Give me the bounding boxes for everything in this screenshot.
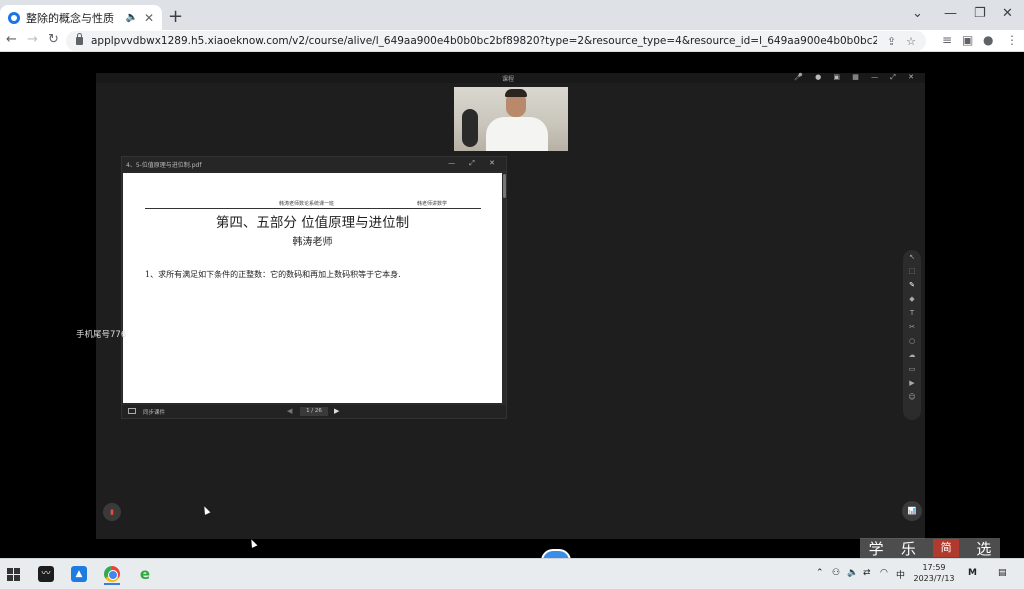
- pdf-file-name: 4、5-位值原理与进位制.pdf: [126, 162, 202, 169]
- text-tool-icon[interactable]: T: [903, 306, 921, 320]
- shape-circle-icon[interactable]: ○: [903, 334, 921, 348]
- pdf-scrollbar[interactable]: [503, 174, 506, 198]
- bookmark-star-icon[interactable]: ☆: [906, 35, 916, 48]
- camera-icon[interactable]: ▶: [903, 376, 921, 390]
- chart-stats-icon[interactable]: 📊: [902, 501, 922, 521]
- windows-logo-icon: [6, 567, 20, 581]
- question-text: 1、求所有满足如下条件的正整数：它的数码和再加上数码积等于它本身.: [145, 270, 401, 279]
- teacher-video: [454, 87, 568, 151]
- taskbar-chrome[interactable]: [101, 563, 123, 585]
- teacher-body: [486, 117, 548, 151]
- reload-icon[interactable]: ↻: [48, 32, 59, 47]
- classroom-window-controls[interactable]: 🎤 ● ▣ ▦ — ⤢ ✕: [794, 73, 919, 82]
- pen-icon[interactable]: ✎: [903, 278, 921, 292]
- select-pointer-icon[interactable]: ↖: [903, 250, 921, 264]
- chevron-down-icon[interactable]: ⌄: [912, 6, 923, 21]
- watermark-seal: 简: [933, 539, 960, 557]
- notifications-icon[interactable]: ▤: [998, 568, 1007, 578]
- cloud-icon[interactable]: ☁: [903, 348, 921, 362]
- teacher-hair: [505, 89, 527, 97]
- url-text: applpvvdbwx1289.h5.xiaoeknow.com/v2/cour…: [91, 35, 877, 47]
- windows-taskbar: 〰 ▲ e ⌃ ⚇ 🔈 ⇄ ◠ 中 17:59 2023/7/13 M ▤: [0, 558, 1024, 589]
- start-button[interactable]: [2, 563, 24, 585]
- mouse-cursor-icon: [248, 538, 258, 548]
- region-select-icon[interactable]: ⬚: [903, 264, 921, 278]
- document-author: 韩涛老师: [292, 237, 333, 248]
- page-header-left: 韩涛老师数论系统课一班: [279, 201, 335, 207]
- internet-explorer-icon: e: [139, 565, 151, 583]
- watermark-char-1: 学: [868, 539, 884, 558]
- tray-app-m-icon[interactable]: M: [968, 568, 977, 578]
- watermark-char-2: 乐: [900, 539, 916, 558]
- share-icon[interactable]: ⇪: [887, 35, 896, 48]
- classroom-caption: 课程: [502, 76, 515, 83]
- tab-title: 整除的概念与性质（一）: [26, 11, 119, 25]
- pdf-title-bar: 4、5-位值原理与进位制.pdf — ⤢ ✕: [122, 157, 506, 171]
- browser-tab-strip: 整除的概念与性质（一） 🔈 ✕ + ⌄ — ❐ ✕: [0, 0, 1024, 30]
- tray-expand-icon[interactable]: ⌃: [816, 568, 824, 578]
- taskbar-app-1[interactable]: 〰: [35, 563, 57, 585]
- lock-icon[interactable]: [76, 33, 83, 45]
- browser-toolbar: ← → ↻ applpvvdbwx1289.h5.xiaoeknow.com/v…: [0, 30, 1024, 52]
- close-window-button[interactable]: ✕: [1002, 6, 1013, 21]
- side-panel-icon[interactable]: ▣: [962, 33, 973, 47]
- address-bar[interactable]: applpvvdbwx1289.h5.xiaoeknow.com/v2/cour…: [66, 31, 926, 51]
- forward-arrow-icon[interactable]: →: [27, 32, 38, 47]
- minimize-button[interactable]: —: [944, 6, 957, 21]
- clock-date: 2023/7/13: [913, 574, 955, 583]
- previous-page-icon[interactable]: ◀: [287, 407, 292, 415]
- scissors-icon[interactable]: ✂: [903, 320, 921, 334]
- taskbar-app-2[interactable]: ▲: [68, 563, 90, 585]
- pdf-window-controls[interactable]: — ⤢ ✕: [448, 159, 501, 168]
- watermark-char-3: 选: [976, 539, 992, 558]
- eraser-icon[interactable]: ◆: [903, 292, 921, 306]
- drawing-toolbar: ↖ ⬚ ✎ ◆ T ✂ ○ ☁ ▭ ▶ ☺: [903, 250, 921, 420]
- document-badge-icon[interactable]: ▮: [103, 503, 121, 521]
- microphone: [462, 109, 478, 147]
- document-heading: 第四、五部分 位值原理与进位制: [215, 215, 410, 231]
- header-rule: [145, 208, 481, 209]
- restore-button[interactable]: ❐: [974, 6, 986, 21]
- sidebar-toggle-icon[interactable]: [128, 408, 136, 414]
- site-favicon-icon: [8, 11, 20, 24]
- new-tab-button[interactable]: +: [168, 6, 183, 27]
- clock-time: 17:59: [922, 563, 946, 572]
- phone-suffix-label: 手机尾号776: [76, 330, 127, 340]
- page-header-right: 韩老师讲数学: [417, 201, 448, 207]
- pdf-viewer-window: 4、5-位值原理与进位制.pdf — ⤢ ✕ 韩涛老师数论系统课一班 韩老师讲数…: [121, 156, 507, 419]
- active-indicator: [104, 583, 120, 585]
- close-tab-icon[interactable]: ✕: [144, 11, 154, 25]
- browser-tab[interactable]: 整除的概念与性质（一） 🔈 ✕: [0, 5, 162, 30]
- page-content: 课程 🎤 ● ▣ ▦ — ⤢ ✕ 4、5-位值原理与进位制.pdf — ⤢ ✕ …: [0, 53, 1024, 558]
- volume-icon[interactable]: 🔈: [847, 568, 858, 578]
- pdf-page: 韩涛老师数论系统课一班 韩老师讲数学 第四、五部分 位值原理与进位制 韩涛老师 …: [123, 173, 502, 403]
- users-icon[interactable]: ☺: [903, 390, 921, 404]
- network-sync-icon[interactable]: ⇄: [863, 568, 871, 578]
- profile-avatar-icon[interactable]: ●: [983, 33, 993, 47]
- taskbar-ie[interactable]: e: [134, 563, 156, 585]
- classroom-title-bar: 课程 🎤 ● ▣ ▦ — ⤢ ✕: [96, 73, 925, 83]
- chrome-icon: [104, 566, 120, 582]
- pdf-footer-bar: 同步课件 ◀ 1 / 26 ▶: [122, 405, 506, 418]
- live-classroom: 课程 🎤 ● ▣ ▦ — ⤢ ✕ 4、5-位值原理与进位制.pdf — ⤢ ✕ …: [96, 73, 925, 548]
- app-icon-dark: 〰: [38, 566, 54, 582]
- menu-kebab-icon[interactable]: ⋮: [1006, 33, 1018, 47]
- app-icon-blue: ▲: [71, 566, 87, 582]
- reading-list-icon[interactable]: ≡: [942, 33, 952, 47]
- folder-icon[interactable]: ▭: [903, 362, 921, 376]
- back-arrow-icon[interactable]: ←: [6, 32, 17, 47]
- watermark-logo: 学 乐 简 选: [860, 538, 1000, 558]
- speaker-icon[interactable]: 🔈: [125, 12, 137, 23]
- mouse-cursor-icon: [201, 505, 211, 515]
- sync-courseware-toggle[interactable]: 同步课件: [143, 408, 165, 416]
- wifi-icon[interactable]: ◠: [880, 568, 888, 578]
- tray-app-icon[interactable]: ⚇: [832, 568, 840, 578]
- next-page-icon[interactable]: ▶: [334, 407, 339, 415]
- screen: 整除的概念与性质（一） 🔈 ✕ + ⌄ — ❐ ✕ ← → ↻ applpvvd…: [0, 0, 1024, 589]
- page-indicator: 1 / 26: [300, 407, 328, 416]
- system-clock[interactable]: 17:59 2023/7/13: [912, 562, 956, 584]
- ime-indicator[interactable]: 中: [896, 568, 905, 581]
